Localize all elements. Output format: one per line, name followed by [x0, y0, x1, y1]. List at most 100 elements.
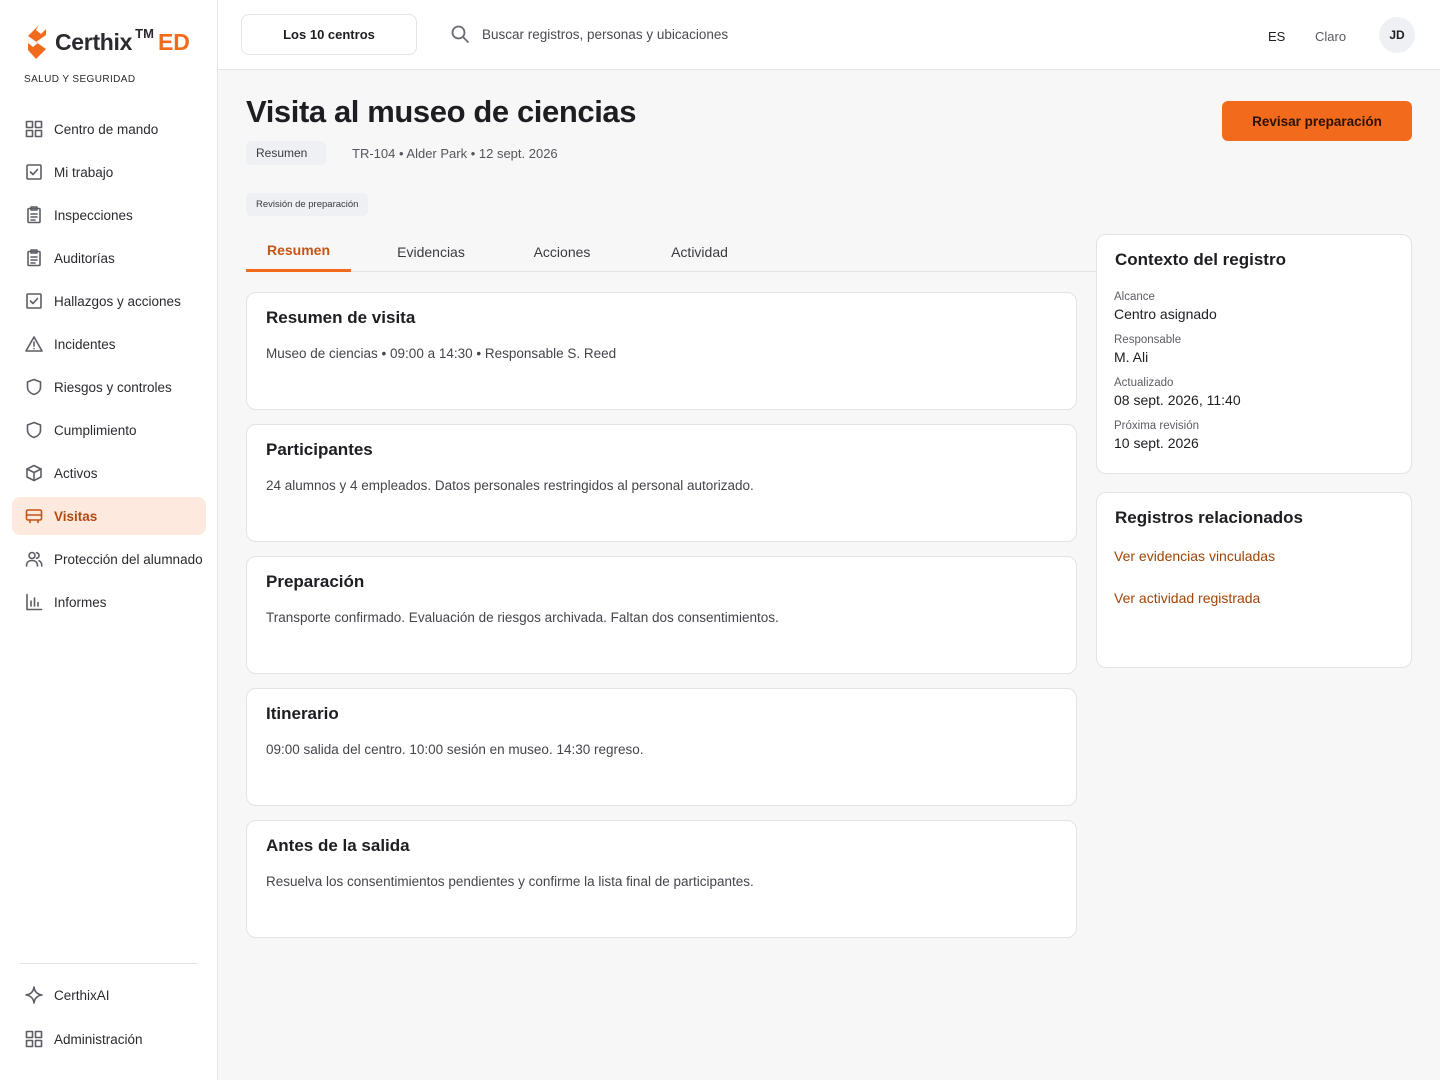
context-item-actualizado: Actualizado 08 sept. 2026, 11:40: [1114, 377, 1241, 408]
sidebar-item-visitas[interactable]: Visitas: [12, 497, 206, 535]
context-value: Centro asignado: [1114, 306, 1217, 322]
shield-icon: [24, 377, 44, 397]
recorded-activity-link[interactable]: Ver actividad registrada: [1114, 590, 1260, 606]
tab-resumen[interactable]: Resumen: [246, 231, 351, 272]
card-resumen-de-visita: Resumen de visita Museo de ciencias • 09…: [246, 292, 1077, 410]
sidebar-item-label: Auditorías: [54, 250, 115, 266]
top-bar: Los 10 centros ES Claro JD: [218, 0, 1440, 70]
card-antes-de-la-salida: Antes de la salida Resuelva los consenti…: [246, 820, 1077, 938]
theme-toggle[interactable]: Claro: [1315, 29, 1346, 44]
bus-icon: [24, 506, 44, 526]
sidebar-item-cumplimiento[interactable]: Cumplimiento: [12, 411, 206, 449]
context-value: 08 sept. 2026, 11:40: [1114, 392, 1241, 408]
sidebar-item-auditorias[interactable]: Auditorías: [12, 239, 206, 277]
sidebar-item-label: CerthixAI: [54, 987, 110, 1003]
card-body: 09:00 salida del centro. 10:00 sesión en…: [266, 742, 644, 757]
card-body: 24 alumnos y 4 empleados. Datos personal…: [266, 478, 754, 493]
record-meta-text: TR-104 • Alder Park • 12 sept. 2026: [352, 145, 558, 161]
sidebar-item-certhixai[interactable]: CerthixAI: [12, 976, 206, 1014]
sidebar-item-administracion[interactable]: Administración: [12, 1020, 206, 1058]
card-preparacion: Preparación Transporte confirmado. Evalu…: [246, 556, 1077, 674]
context-key: Próxima revisión: [1114, 420, 1199, 432]
avatar[interactable]: JD: [1379, 17, 1415, 53]
clipboard-icon: [24, 205, 44, 225]
card-itinerario: Itinerario 09:00 salida del centro. 10:0…: [246, 688, 1077, 806]
sidebar-item-label: Incidentes: [54, 336, 116, 352]
card-title: Participantes: [266, 440, 373, 459]
section-chip: Resumen: [246, 141, 326, 165]
tab-actividad[interactable]: Actividad: [656, 231, 743, 272]
sidebar-item-label: Hallazgos y acciones: [54, 293, 181, 309]
context-item-proxima-revision: Próxima revisión 10 sept. 2026: [1114, 420, 1199, 451]
sidebar-item-inspecciones[interactable]: Inspecciones: [12, 196, 206, 234]
sidebar-item-label: Centro de mando: [54, 121, 159, 137]
bar-chart-icon: [24, 592, 44, 612]
sidebar-item-hallazgos-y-acciones[interactable]: Hallazgos y acciones: [12, 282, 206, 320]
sidebar-item-label: Visitas: [54, 508, 98, 524]
review-preparation-button[interactable]: Revisar preparación: [1222, 101, 1412, 141]
sidebar-item-label: Informes: [54, 594, 107, 610]
panel-title: Contexto del registro: [1115, 250, 1286, 269]
linked-evidence-link[interactable]: Ver evidencias vinculadas: [1114, 548, 1275, 564]
context-key: Responsable: [1114, 334, 1182, 346]
certhix-logo-icon: [28, 25, 46, 59]
tab-evidencias[interactable]: Evidencias: [386, 231, 476, 272]
clipboard-icon: [24, 248, 44, 268]
checkbox-icon: [24, 162, 44, 182]
sidebar-item-label: Mi trabajo: [54, 164, 114, 180]
tab-acciones[interactable]: Acciones: [522, 231, 602, 272]
card-title: Itinerario: [266, 704, 339, 723]
panel-title: Registros relacionados: [1115, 508, 1304, 527]
context-item-responsable: Responsable M. Ali: [1114, 334, 1181, 365]
record-meta: Resumen TR-104 • Alder Park • 12 sept. 2…: [246, 141, 558, 165]
sidebar-item-incidentes[interactable]: Incidentes: [12, 325, 206, 363]
sidebar-item-informes[interactable]: Informes: [12, 583, 206, 621]
language-selector[interactable]: ES: [1268, 29, 1285, 44]
sparkle-icon: [24, 985, 44, 1005]
sidebar-nav: Centro de mando Mi trabajo Inspecciones …: [12, 110, 206, 626]
sidebar-item-label: Activos: [54, 465, 98, 481]
related-records-panel: Registros relacionados Ver evidencias vi…: [1096, 492, 1412, 668]
search-icon: [451, 25, 469, 43]
grid-icon: [24, 119, 44, 139]
brand-tm: TM: [135, 25, 154, 41]
sidebar: Certhix TM ED SALUD Y SEGURIDAD Centro d…: [0, 0, 218, 1080]
page-title: Visita al museo de ciencias: [246, 94, 637, 129]
card-title: Resumen de visita: [266, 308, 416, 327]
site-selector[interactable]: Los 10 centros: [241, 14, 417, 55]
sidebar-item-mi-trabajo[interactable]: Mi trabajo: [12, 153, 206, 191]
context-value: M. Ali: [1114, 349, 1149, 365]
sidebar-item-centro-de-mando[interactable]: Centro de mando: [12, 110, 206, 148]
card-body: Resuelva los consentimientos pendientes …: [266, 874, 754, 889]
card-participantes: Participantes 24 alumnos y 4 empleados. …: [246, 424, 1077, 542]
card-title: Preparación: [266, 572, 365, 591]
checkbox-icon: [24, 291, 44, 311]
sidebar-item-label: Cumplimiento: [54, 422, 137, 438]
sidebar-item-proteccion-del-alumnado[interactable]: Protección del alumnado: [12, 540, 206, 578]
card-title: Antes de la salida: [266, 836, 410, 855]
context-key: Actualizado: [1114, 377, 1174, 389]
brand-name: Certhix: [55, 28, 133, 55]
sidebar-item-activos[interactable]: Activos: [12, 454, 206, 492]
context-value: 10 sept. 2026: [1114, 435, 1199, 451]
brand-logo[interactable]: Certhix TM ED: [24, 24, 190, 60]
card-body: Museo de ciencias • 09:00 a 14:30 • Resp…: [266, 346, 617, 361]
shield-icon: [24, 420, 44, 440]
sidebar-item-label: Inspecciones: [54, 207, 133, 223]
record-context-panel: Contexto del registro Alcance Centro asi…: [1096, 234, 1412, 474]
card-body: Transporte confirmado. Evaluación de rie…: [266, 610, 779, 625]
users-icon: [24, 549, 44, 569]
sidebar-item-riesgos-y-controles[interactable]: Riesgos y controles: [12, 368, 206, 406]
warning-icon: [24, 334, 44, 354]
search-input[interactable]: [482, 26, 902, 42]
sidebar-item-label: Riesgos y controles: [54, 379, 172, 395]
context-item-alcance: Alcance Centro asignado: [1114, 291, 1217, 322]
status-badge: Revisión de preparación: [246, 193, 369, 216]
cube-icon: [24, 463, 44, 483]
sidebar-item-label: Administración: [54, 1031, 143, 1047]
tab-bar: Resumen Evidencias Acciones Actividad: [246, 231, 1096, 272]
grid-icon: [24, 1029, 44, 1049]
sidebar-bottom-nav: CerthixAI Administración: [12, 976, 206, 1064]
sidebar-divider: [20, 963, 198, 964]
context-key: Alcance: [1114, 291, 1155, 303]
